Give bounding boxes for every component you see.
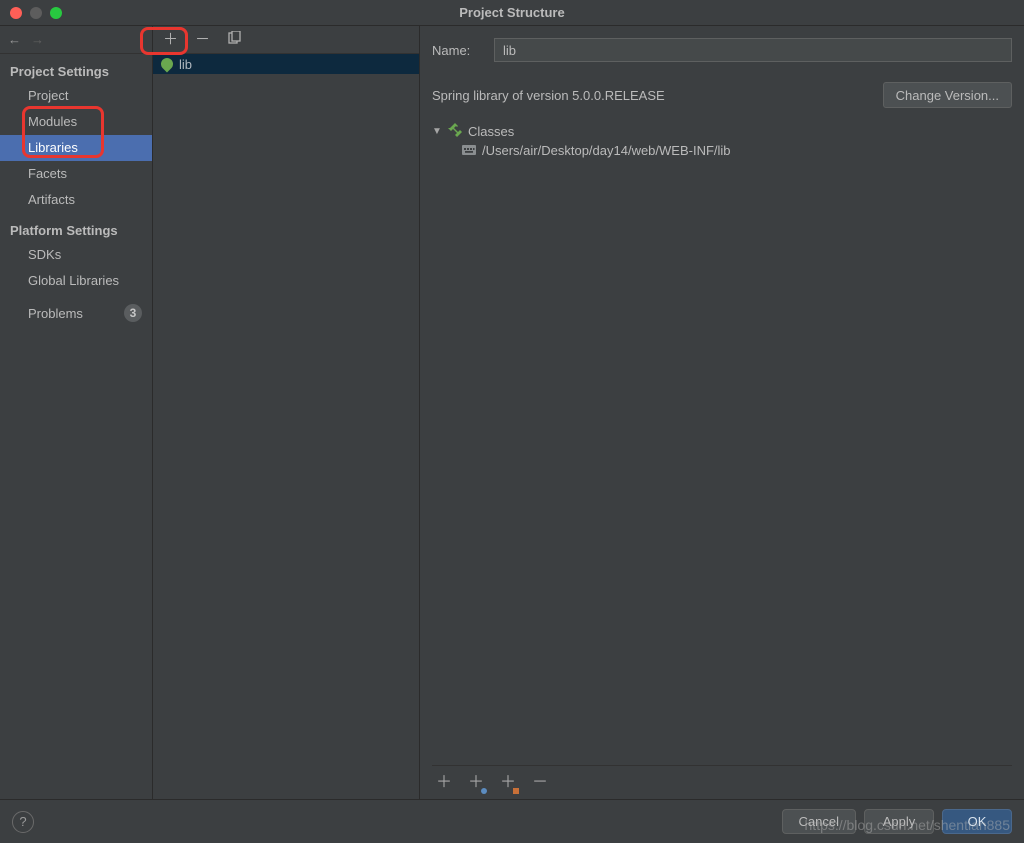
cancel-button[interactable]: Cancel (782, 809, 856, 834)
library-list-panel: ＋ － lib (153, 26, 420, 799)
sidebar-item-global-libraries[interactable]: Global Libraries (0, 268, 152, 294)
section-platform-settings: Platform Settings (0, 213, 152, 242)
spring-leaf-icon (159, 56, 176, 73)
add-root-icon[interactable]: ＋ (436, 768, 452, 792)
library-toolbar: ＋ － (153, 26, 419, 54)
add-root-web-icon[interactable]: ＋ (468, 768, 484, 792)
problems-label: Problems (28, 306, 83, 321)
window-title: Project Structure (0, 5, 1024, 20)
add-root-exclude-icon[interactable]: ＋ (500, 768, 516, 792)
sidebar-item-facets[interactable]: Facets (0, 161, 152, 187)
description-row: Spring library of version 5.0.0.RELEASE … (432, 82, 1012, 108)
name-row: Name: (432, 38, 1012, 62)
library-list: lib (153, 54, 419, 799)
section-project-settings: Project Settings (0, 54, 152, 83)
window-controls (0, 7, 62, 19)
tree-disclose-icon[interactable]: ▼ (432, 126, 442, 137)
folder-jar-icon (462, 142, 476, 158)
copy-library-icon[interactable] (227, 31, 241, 48)
apply-button[interactable]: Apply (864, 809, 934, 834)
help-button[interactable]: ? (12, 811, 34, 833)
problems-count-badge: 3 (124, 304, 142, 322)
sidebar: ← → Project Settings Project Modules Lib… (0, 26, 153, 799)
main-area: ← → Project Settings Project Modules Lib… (0, 26, 1024, 799)
ok-button[interactable]: OK (942, 809, 1012, 834)
detail-bottom-toolbar: ＋ ＋ ＋ － (432, 765, 1012, 793)
add-library-icon[interactable]: ＋ (163, 32, 177, 47)
dialog-footer: ? Cancel Apply OK (0, 799, 1024, 843)
change-version-button[interactable]: Change Version... (883, 82, 1012, 108)
breadcrumb-nav: ← → (0, 26, 152, 54)
tree-node-classes[interactable]: ▼ Classes (432, 122, 1012, 141)
close-window-button[interactable] (10, 7, 22, 19)
sidebar-item-problems[interactable]: Problems 3 (0, 294, 152, 326)
classes-tree: ▼ Classes /Users/air/Desktop/day14/web/W… (432, 122, 1012, 765)
sidebar-item-libraries[interactable]: Libraries (0, 135, 152, 161)
library-item-lib[interactable]: lib (153, 54, 419, 74)
library-item-label: lib (179, 57, 192, 72)
library-description: Spring library of version 5.0.0.RELEASE (432, 88, 665, 103)
sidebar-item-artifacts[interactable]: Artifacts (0, 187, 152, 213)
tree-node-path[interactable]: /Users/air/Desktop/day14/web/WEB-INF/lib (432, 141, 1012, 159)
titlebar: Project Structure (0, 0, 1024, 26)
forward-arrow-icon[interactable]: → (31, 32, 44, 47)
library-name-input[interactable] (494, 38, 1012, 62)
sidebar-item-modules[interactable]: Modules (0, 109, 152, 135)
classes-path: /Users/air/Desktop/day14/web/WEB-INF/lib (482, 143, 731, 158)
back-arrow-icon[interactable]: ← (8, 32, 21, 47)
library-detail-panel: Name: Spring library of version 5.0.0.RE… (420, 26, 1024, 799)
sidebar-item-sdks[interactable]: SDKs (0, 242, 152, 268)
classes-icon (448, 123, 462, 140)
remove-root-icon[interactable]: － (532, 768, 548, 792)
remove-library-icon[interactable]: － (195, 32, 209, 47)
name-label: Name: (432, 43, 482, 58)
sidebar-item-project[interactable]: Project (0, 83, 152, 109)
minimize-window-button[interactable] (30, 7, 42, 19)
maximize-window-button[interactable] (50, 7, 62, 19)
classes-label: Classes (468, 124, 514, 139)
